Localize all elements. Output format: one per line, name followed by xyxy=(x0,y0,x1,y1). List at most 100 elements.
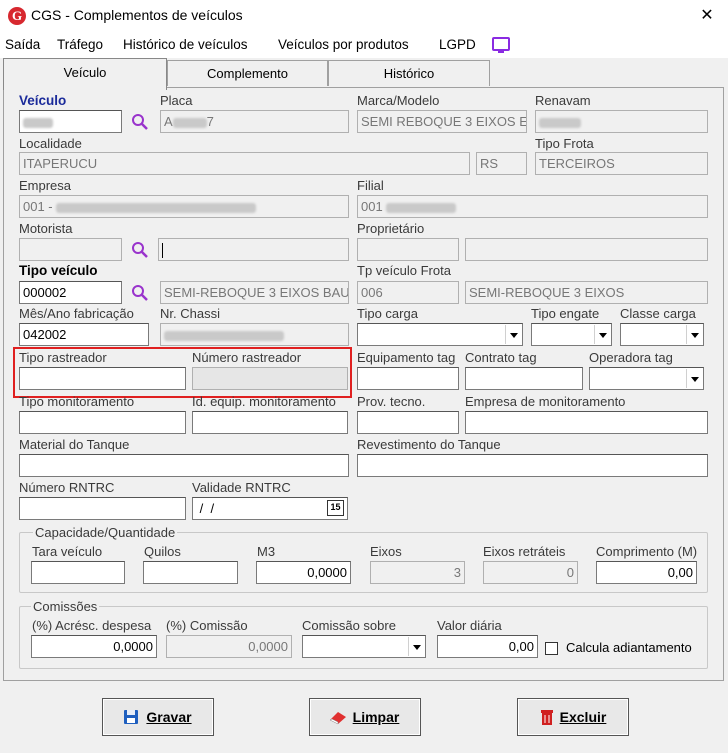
comprimento-label: Comprimento (M) xyxy=(596,544,698,559)
veiculo-label: Veículo xyxy=(19,93,67,108)
motorista-label: Motorista xyxy=(19,221,73,236)
id-equip-input[interactable] xyxy=(192,411,348,434)
search-icon[interactable] xyxy=(131,241,149,259)
filial-field: 001 xyxy=(357,195,708,218)
renavam-label: Renavam xyxy=(535,93,591,108)
operadora-tag-select[interactable] xyxy=(589,367,704,390)
capacidade-title: Capacidade/Quantidade xyxy=(33,525,178,540)
tipo-veiculo-desc-field: SEMI-REBOQUE 3 EIXOS BAU xyxy=(160,281,349,304)
app-logo-icon: G xyxy=(8,7,26,25)
chevron-down-icon[interactable] xyxy=(686,325,702,344)
chevron-down-icon[interactable] xyxy=(594,325,610,344)
rntrc-input[interactable] xyxy=(19,497,186,520)
tp-veiculo-frota-code-field: 006 xyxy=(357,281,459,304)
tipo-engate-select[interactable] xyxy=(531,323,612,346)
contrato-tag-input[interactable] xyxy=(465,367,583,390)
calcula-adiantamento-label: Calcula adiantamento xyxy=(566,640,692,655)
prov-tecno-input[interactable] xyxy=(357,411,459,434)
mes-ano-label: Mês/Ano fabricação xyxy=(19,306,134,321)
monitor-icon[interactable] xyxy=(492,37,510,53)
menu-item-historico-veiculos[interactable]: Histórico de veículos xyxy=(123,37,248,52)
eraser-icon xyxy=(329,712,346,725)
menu-item-saida[interactable]: Saída xyxy=(5,37,40,52)
empresa-monit-input[interactable] xyxy=(465,411,708,434)
gravar-button[interactable]: Gravar xyxy=(102,698,214,736)
empresa-field: 001 - xyxy=(19,195,349,218)
proprietario-name-field xyxy=(465,238,708,261)
tab-complemento[interactable]: Complemento xyxy=(167,60,328,86)
close-icon[interactable]: ✕ xyxy=(692,4,722,28)
calendar-icon[interactable]: 15 xyxy=(327,500,344,516)
comissao-field: 0,0000 xyxy=(166,635,292,658)
calcula-adiantamento-checkbox[interactable] xyxy=(545,642,558,655)
m3-label: M3 xyxy=(257,544,276,559)
comissoes-title: Comissões xyxy=(31,599,100,614)
chevron-down-icon[interactable] xyxy=(686,369,702,388)
comissao-sobre-select[interactable] xyxy=(302,635,426,658)
placa-field: A7 xyxy=(160,110,349,133)
motorista-code-field xyxy=(19,238,122,261)
menu-item-veiculos-produtos[interactable]: Veículos por produtos xyxy=(278,37,409,52)
limpar-button[interactable]: Limpar xyxy=(309,698,421,736)
tp-veiculo-frota-label: Tp veículo Frota xyxy=(357,263,451,278)
tipo-monitoramento-label: Tipo monitoramento xyxy=(19,394,135,409)
window-title: CGS - Complementos de veículos xyxy=(31,7,243,23)
menu-item-trafego[interactable]: Tráfego xyxy=(57,37,103,52)
tara-label: Tara veículo xyxy=(32,544,103,559)
numero-rastreador-field xyxy=(192,367,348,390)
classe-carga-select[interactable] xyxy=(620,323,704,346)
material-tanque-input[interactable] xyxy=(19,454,349,477)
tipo-monitoramento-input[interactable] xyxy=(19,411,186,434)
operadora-tag-label: Operadora tag xyxy=(589,350,673,365)
valor-diaria-label: Valor diária xyxy=(437,618,502,633)
veiculo-input[interactable] xyxy=(19,110,122,133)
renavam-field xyxy=(535,110,708,133)
chassi-field xyxy=(160,323,349,346)
tipo-veiculo-input[interactable]: 000002 xyxy=(19,281,122,304)
search-icon[interactable] xyxy=(131,284,149,302)
mes-ano-input[interactable]: 042002 xyxy=(19,323,149,346)
tp-veiculo-frota-desc-field: SEMI-REBOQUE 3 EIXOS xyxy=(465,281,708,304)
trash-icon xyxy=(541,710,553,725)
motorista-name-field xyxy=(158,238,349,261)
quilos-input[interactable] xyxy=(143,561,238,584)
validade-rntrc-input[interactable]: / /15 xyxy=(192,497,348,520)
tab-historico[interactable]: Histórico xyxy=(328,60,490,86)
tipo-carga-select[interactable] xyxy=(357,323,523,346)
validade-rntrc-label: Validade RNTRC xyxy=(192,480,291,495)
tipo-rastreador-input[interactable] xyxy=(19,367,186,390)
quilos-label: Quilos xyxy=(144,544,181,559)
chevron-down-icon[interactable] xyxy=(408,637,424,656)
menu-item-lgpd[interactable]: LGPD xyxy=(439,37,476,52)
empresa-monit-label: Empresa de monitoramento xyxy=(465,394,626,409)
m3-input[interactable]: 0,0000 xyxy=(256,561,351,584)
excluir-button[interactable]: Excluir xyxy=(517,698,629,736)
acresc-despesa-input[interactable]: 0,0000 xyxy=(31,635,157,658)
marca-modelo-field: SEMI REBOQUE 3 EIXOS E xyxy=(357,110,527,133)
eixos-retrateis-field: 0 xyxy=(483,561,578,584)
uf-field: RS xyxy=(476,152,527,175)
material-tanque-label: Material do Tanque xyxy=(19,437,130,452)
search-icon[interactable] xyxy=(131,113,149,131)
marca-modelo-label: Marca/Modelo xyxy=(357,93,440,108)
revestimento-tanque-input[interactable] xyxy=(357,454,708,477)
id-equip-label: Id. equip. monitoramento xyxy=(192,394,336,409)
tipo-veiculo-label: Tipo veículo xyxy=(19,263,98,278)
equipamento-tag-input[interactable] xyxy=(357,367,459,390)
chevron-down-icon[interactable] xyxy=(505,325,521,344)
floppy-disk-icon xyxy=(124,710,138,724)
localidade-label: Localidade xyxy=(19,136,82,151)
comprimento-input[interactable]: 0,00 xyxy=(596,561,697,584)
tara-input[interactable] xyxy=(31,561,125,584)
placa-label: Placa xyxy=(160,93,193,108)
tab-veiculo[interactable]: Veículo xyxy=(3,58,167,90)
valor-diaria-input[interactable]: 0,00 xyxy=(437,635,538,658)
eixos-field: 3 xyxy=(370,561,465,584)
numero-rastreador-label: Número rastreador xyxy=(192,350,302,365)
empresa-label: Empresa xyxy=(19,178,72,193)
acresc-despesa-label: (%) Acrésc. despesa xyxy=(32,618,152,633)
filial-label: Filial xyxy=(357,178,384,193)
eixos-label: Eixos xyxy=(370,544,402,559)
proprietario-code-field xyxy=(357,238,459,261)
rntrc-label: Número RNTRC xyxy=(19,480,115,495)
